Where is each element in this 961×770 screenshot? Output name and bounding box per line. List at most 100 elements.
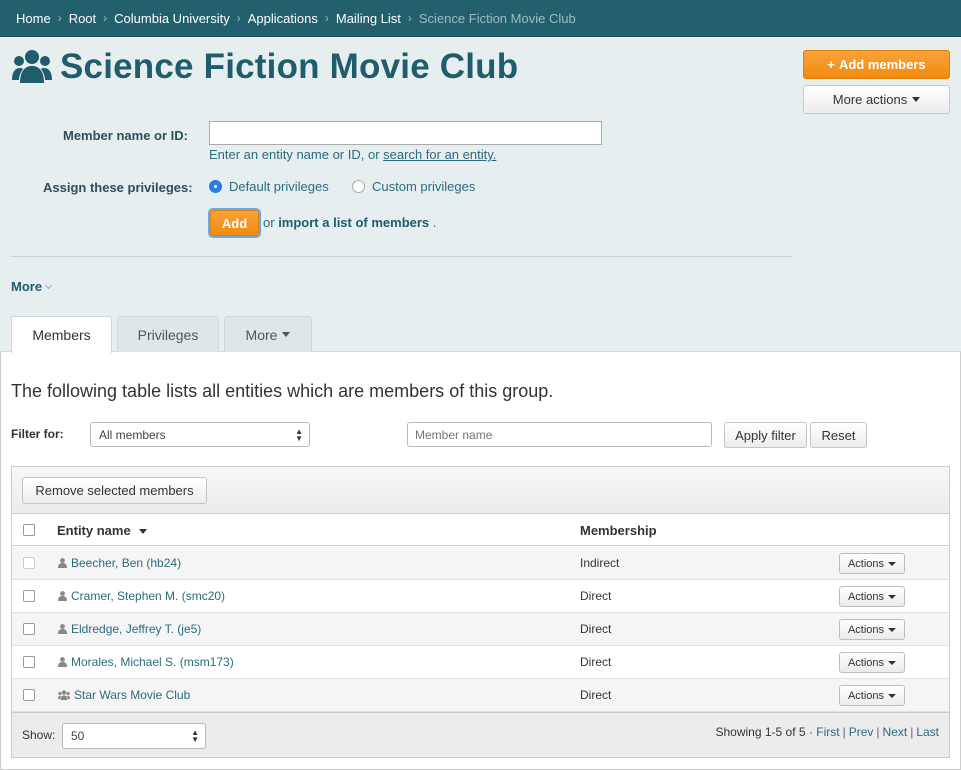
membership-cell: Direct [580, 655, 612, 669]
prev-page-link[interactable]: Prev [849, 725, 874, 739]
member-name-input[interactable] [209, 121, 602, 145]
breadcrumb: Home › Root › Columbia University › Appl… [0, 0, 961, 37]
default-privileges-radio[interactable] [209, 180, 222, 193]
tab-members[interactable]: Members [11, 316, 112, 353]
row-actions-button[interactable]: Actions [839, 619, 905, 640]
row-checkbox[interactable] [23, 689, 35, 701]
custom-privileges-label: Custom privileges [372, 179, 476, 194]
divider [11, 256, 792, 257]
more-toggle-label: More [11, 279, 43, 294]
tab-privileges-label: Privileges [137, 326, 199, 343]
membership-cell: Direct [580, 688, 612, 702]
person-icon [58, 558, 67, 568]
filter-label: Filter for: [11, 427, 64, 441]
entity-link[interactable]: Star Wars Movie Club [74, 688, 190, 702]
or-text: or [263, 215, 275, 230]
sort-desc-icon [139, 529, 148, 535]
entity-name-header[interactable]: Entity name [57, 523, 148, 538]
entity-link[interactable]: Eldredge, Jeffrey T. (je5) [71, 622, 201, 636]
reset-filter-button[interactable]: Reset [810, 422, 867, 448]
custom-privileges-option[interactable]: Custom privileges [352, 179, 475, 194]
default-privileges-label: Default privileges [229, 179, 329, 194]
caret-down-icon [912, 97, 921, 102]
breadcrumb-current: Science Fiction Movie Club [418, 10, 576, 26]
table-row: Cramer, Stephen M. (smc20) Direct Action… [12, 580, 949, 613]
caret-down-icon [888, 594, 897, 599]
membership-cell: Direct [580, 589, 612, 603]
default-privileges-option[interactable]: Default privileges [209, 179, 329, 194]
breadcrumb-separator-icon: › [103, 11, 108, 25]
tab-more-label: More [245, 326, 278, 343]
add-button[interactable]: Add [210, 210, 259, 236]
person-icon [58, 657, 67, 667]
actions-label: Actions [847, 623, 885, 636]
breadcrumb-home[interactable]: Home [16, 11, 51, 26]
tab-members-label: Members [32, 327, 91, 343]
chevron-down-icon [45, 281, 53, 290]
entity-cell: Eldredge, Jeffrey T. (je5) [58, 622, 201, 636]
breadcrumb-columbia[interactable]: Columbia University [114, 11, 230, 26]
row-checkbox[interactable] [23, 623, 35, 635]
row-actions-button[interactable]: Actions [839, 685, 905, 706]
actions-label: Actions [847, 656, 885, 669]
table-footer: Show: 50 ▲ ▼ Showing 1-5 of 5 · First | Pre… [12, 712, 949, 757]
member-filter-value: All members [99, 427, 166, 442]
person-icon [58, 624, 67, 634]
table-row: Morales, Michael S. (msm173) Direct Acti… [12, 646, 949, 679]
entity-link[interactable]: Morales, Michael S. (msm173) [71, 655, 234, 669]
import-period: . [432, 215, 437, 230]
first-page-link[interactable]: First [816, 725, 839, 739]
members-intro: The following table lists all entities w… [11, 381, 554, 401]
import-list-link[interactable]: import a list of members [278, 215, 429, 230]
breadcrumb-separator-icon: › [57, 11, 62, 25]
remove-selected-button[interactable]: Remove selected members [22, 477, 207, 504]
group-users-icon [12, 50, 52, 83]
row-checkbox[interactable] [23, 557, 35, 569]
apply-filter-button[interactable]: Apply filter [724, 422, 807, 448]
last-page-link[interactable]: Last [916, 725, 939, 739]
pager-divider: | [876, 725, 880, 739]
entity-cell: Cramer, Stephen M. (smc20) [58, 589, 225, 603]
row-actions-button[interactable]: Actions [839, 652, 905, 673]
select-arrows-icon: ▲ ▼ [191, 728, 199, 744]
breadcrumb-mailing-list[interactable]: Mailing List [336, 11, 401, 26]
pager-divider: | [910, 725, 914, 739]
row-checkbox[interactable] [23, 590, 35, 602]
page-size-select[interactable]: 50 ▲ ▼ [62, 723, 206, 749]
breadcrumb-separator-icon: › [236, 11, 241, 25]
custom-privileges-radio[interactable] [352, 180, 365, 193]
breadcrumb-root[interactable]: Root [69, 11, 96, 26]
add-members-button[interactable]: + Add members [803, 50, 950, 79]
search-entity-link[interactable]: search for an entity. [383, 147, 496, 162]
group-icon [58, 690, 70, 700]
row-actions-button[interactable]: Actions [839, 586, 905, 607]
table-toolbar: Remove selected members [12, 467, 949, 514]
tab-privileges[interactable]: Privileges [117, 316, 219, 352]
page-title: Science Fiction Movie Club [12, 47, 518, 87]
row-checkbox[interactable] [23, 656, 35, 668]
group-header: Science Fiction Movie Club + Add members… [0, 37, 961, 353]
pagination: Showing 1-5 of 5 · First | Prev | Next | Last [716, 725, 940, 739]
pager-divider: | [842, 725, 846, 739]
table-row: Eldredge, Jeffrey T. (je5) Direct Action… [12, 613, 949, 646]
member-hint: Enter an entity name or ID, or search fo… [209, 147, 496, 162]
breadcrumb-applications[interactable]: Applications [248, 11, 318, 26]
tab-more[interactable]: More [224, 316, 312, 352]
table-row: Star Wars Movie Club Direct Actions [12, 679, 949, 712]
select-arrows-icon: ▲ ▼ [295, 426, 303, 443]
more-actions-label: More actions [832, 92, 908, 107]
member-name-filter-input[interactable] [407, 422, 712, 447]
breadcrumb-separator-icon: › [407, 11, 412, 25]
select-all-checkbox[interactable] [23, 524, 35, 536]
entity-link[interactable]: Cramer, Stephen M. (smc20) [71, 589, 225, 603]
member-filter-select[interactable]: All members ▲ ▼ [90, 422, 310, 447]
next-page-link[interactable]: Next [883, 725, 908, 739]
caret-down-icon [888, 561, 897, 566]
more-actions-button[interactable]: More actions [803, 85, 950, 114]
entity-link[interactable]: Beecher, Ben (hb24) [71, 556, 181, 570]
entity-name-header-label: Entity name [57, 523, 131, 538]
more-toggle[interactable]: More [11, 279, 53, 294]
row-actions-button[interactable]: Actions [839, 553, 905, 574]
breadcrumb-separator-icon: › [324, 11, 329, 25]
caret-down-icon [282, 332, 291, 337]
